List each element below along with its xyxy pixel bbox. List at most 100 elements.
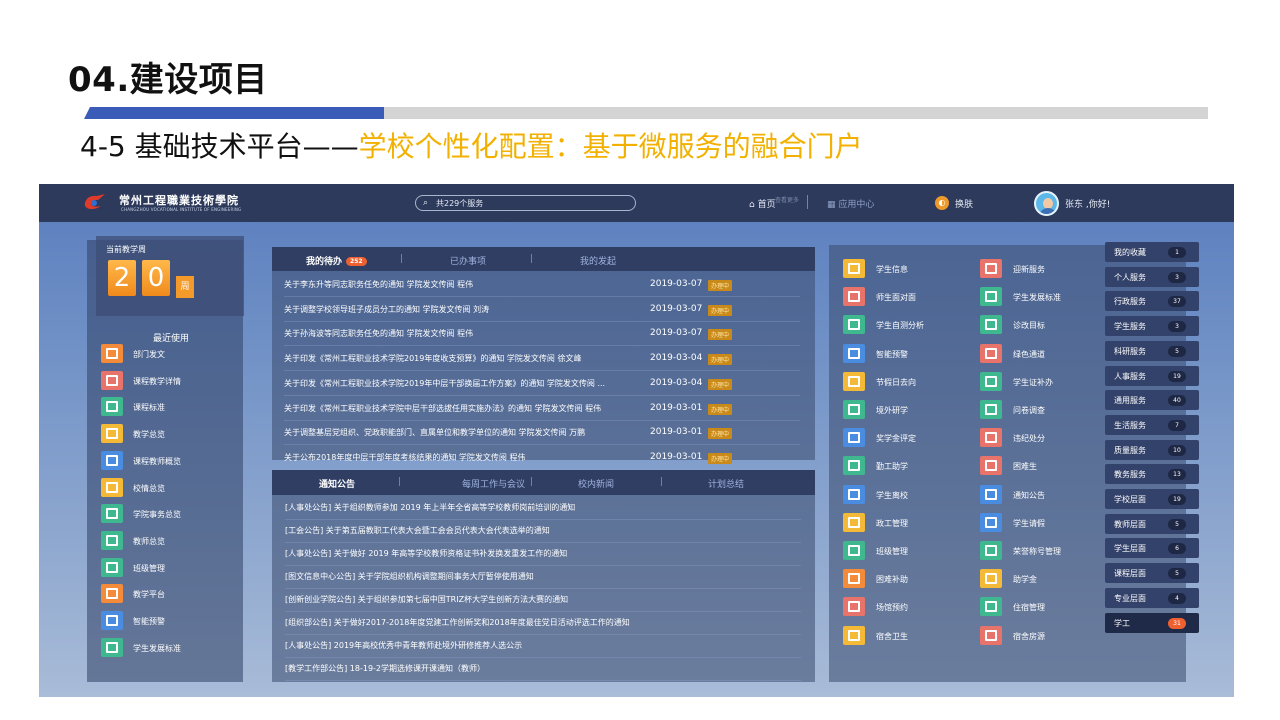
nav-home[interactable]: ⌂ 首页 bbox=[749, 197, 776, 210]
service-item[interactable]: 学生离校 bbox=[843, 484, 973, 507]
todo-row[interactable]: 关于调整基层党组织、党政职能部门、直属单位和教学单位的通知 学院发文传阅 万鹏 2… bbox=[284, 421, 800, 446]
news-row[interactable]: [组织部公告] 关于做好2017-2018年度党建工作创新奖和2018年度最佳党… bbox=[285, 612, 801, 635]
recent-item[interactable]: 课程教师概览 bbox=[101, 450, 241, 471]
news-row[interactable]: [图文信息中心公告] 关于学院组织机构调整期间事务大厅暂停使用通知 bbox=[285, 566, 801, 589]
recent-item[interactable]: 班级管理 bbox=[101, 557, 241, 578]
status-badge: 办理中 bbox=[708, 354, 733, 366]
news-row[interactable]: [人事处公告] 2019年高校优秀中青年教师赴境外研修推荐人选公示 bbox=[285, 635, 801, 658]
recent-item[interactable]: 课程标准 bbox=[101, 397, 241, 417]
tab-weekly-work[interactable]: 每周工作与会议 bbox=[462, 477, 525, 490]
news-row[interactable]: [人事处公告] 关于组织教师参加 2019 年上半年全省高等学校教师岗前培训的通… bbox=[285, 497, 801, 520]
category-item[interactable]: 生活服务 7 bbox=[1105, 414, 1199, 435]
tab-done[interactable]: 已办事项 bbox=[450, 254, 486, 267]
todo-row[interactable]: 关于李东升等同志职务任免的通知 学院发文传阅 程伟 2019-03-07 办理中 bbox=[284, 273, 800, 297]
search-input[interactable]: ⌕ 共229个服务 bbox=[415, 195, 636, 211]
recent-item[interactable]: 课程教学详情 bbox=[101, 370, 241, 391]
service-item[interactable]: 境外研学 bbox=[843, 400, 973, 422]
service-item[interactable]: 助学金 bbox=[980, 569, 1110, 591]
service-icon bbox=[843, 371, 865, 391]
skin-icon[interactable]: ◐ bbox=[935, 196, 949, 210]
app-icon bbox=[101, 477, 123, 497]
service-label: 困难生 bbox=[1013, 462, 1037, 472]
service-item[interactable]: 学生信息 bbox=[843, 259, 973, 281]
category-item[interactable]: 行政服务 37 bbox=[1105, 291, 1199, 312]
recent-item[interactable]: 部门发文 bbox=[101, 344, 241, 364]
service-item[interactable]: 场馆预约 bbox=[843, 597, 973, 619]
todo-row[interactable]: 关于调整学校领导班子成员分工的通知 学院发文传阅 刘涛 2019-03-07 办理中 bbox=[284, 298, 800, 322]
tab-my-todo[interactable]: 我的待办 252 bbox=[306, 254, 367, 267]
service-item[interactable]: 荣誉称号管理 bbox=[980, 541, 1110, 563]
tab-campus-news[interactable]: 校内新闻 bbox=[578, 477, 614, 490]
nav-app-center[interactable]: ▦ 应用中心 bbox=[827, 197, 874, 210]
service-item[interactable]: 住宿管理 bbox=[980, 597, 1110, 619]
category-item[interactable]: 通用服务 40 bbox=[1105, 390, 1199, 411]
service-item[interactable]: 学生证补办 bbox=[980, 371, 1110, 394]
service-item[interactable]: 绿色通道 bbox=[980, 343, 1110, 366]
service-item[interactable]: 师生面对面 bbox=[843, 287, 973, 309]
recent-item[interactable]: 教师总览 bbox=[101, 530, 241, 551]
category-item[interactable]: 科研服务 5 bbox=[1105, 340, 1199, 361]
recent-item[interactable]: 学院事务总览 bbox=[101, 504, 241, 524]
service-label: 住宿管理 bbox=[1013, 603, 1045, 613]
category-item[interactable]: 个人服务 3 bbox=[1105, 266, 1199, 287]
service-item[interactable]: 问卷调查 bbox=[980, 400, 1110, 422]
service-item[interactable]: 宿舍房源 bbox=[980, 625, 1110, 648]
service-label: 学生证补办 bbox=[1013, 377, 1053, 387]
category-item[interactable]: 学生层面 6 bbox=[1105, 538, 1199, 559]
category-item[interactable]: 课程层面 5 bbox=[1105, 563, 1199, 584]
service-item[interactable]: 违纪处分 bbox=[980, 428, 1110, 450]
service-item[interactable]: 困难生 bbox=[980, 456, 1110, 478]
nav-skin[interactable]: 换肤 bbox=[955, 197, 973, 210]
tab-plan-summary[interactable]: 计划总结 bbox=[708, 477, 744, 490]
recent-item[interactable]: 教学平台 bbox=[101, 584, 241, 604]
news-row[interactable]: [教学工作部公告] 18-19-2学期选修课开课通知（教师） bbox=[285, 658, 801, 681]
service-item[interactable]: 学生发展标准 bbox=[980, 287, 1110, 309]
news-title: [人事处公告] 关于组织教师参加 2019 年上半年全省高等学校教师岗前培训的通… bbox=[285, 503, 576, 512]
category-item[interactable]: 教师层面 5 bbox=[1105, 513, 1199, 534]
todo-row[interactable]: 关于公布2018年度中层干部年度考核结果的通知 学院发文传阅 程伟 2019-03… bbox=[284, 446, 800, 470]
service-item[interactable]: 宿舍卫生 bbox=[843, 625, 973, 648]
category-item[interactable]: 我的收藏 1 bbox=[1105, 242, 1199, 262]
service-item[interactable]: 迎新服务 bbox=[980, 259, 1110, 281]
service-item[interactable]: 困难补助 bbox=[843, 569, 973, 591]
service-item[interactable]: 诊改目标 bbox=[980, 315, 1110, 337]
recent-item[interactable]: 智能预警 bbox=[101, 611, 241, 631]
todo-row[interactable]: 关于孙海波等同志职务任免的通知 学院发文传阅 程伟 2019-03-07 办理中 bbox=[284, 322, 800, 347]
service-label: 智能预警 bbox=[876, 349, 908, 359]
tab-notice[interactable]: 通知公告 bbox=[319, 477, 355, 490]
todo-row[interactable]: 关于印发《常州工程职业技术学院2019年中层干部换届工作方案》的通知 学院发文传… bbox=[284, 372, 800, 396]
todo-row[interactable]: 关于印发《常州工程职业技术学院中层干部选拔任用实施办法》的通知 学院发文传阅 程… bbox=[284, 397, 800, 421]
recent-item[interactable]: 校情总览 bbox=[101, 477, 241, 498]
service-item[interactable]: 勤工助学 bbox=[843, 456, 973, 478]
service-item[interactable]: 奖学金评定 bbox=[843, 428, 973, 450]
category-item[interactable]: 人事服务 19 bbox=[1105, 365, 1199, 386]
recent-item[interactable]: 教学总览 bbox=[101, 424, 241, 444]
news-row[interactable]: [创新创业学院公告] 关于组织参加第七届中国TRIZ杯大学生创新方法大赛的通知 bbox=[285, 589, 801, 612]
category-item[interactable]: 学生服务 3 bbox=[1105, 316, 1199, 337]
service-item[interactable]: 班级管理 bbox=[843, 541, 973, 563]
todo-row[interactable]: 关于印发《常州工程职业技术学院2019年度收支预算》的通知 学院发文传阅 徐文峰… bbox=[284, 347, 800, 372]
news-title: [工会公告] 关于第五届教职工代表大会暨工会会员代表大会代表选举的通知 bbox=[285, 526, 550, 535]
service-item[interactable]: 智能预警 bbox=[843, 343, 973, 366]
category-item[interactable]: 质量服务 10 bbox=[1105, 439, 1199, 460]
category-item[interactable]: 学校层面 19 bbox=[1105, 489, 1199, 509]
todo-title: 关于公布2018年度中层干部年度考核结果的通知 学院发文传阅 程伟 bbox=[284, 452, 526, 462]
recent-item[interactable]: 学生发展标准 bbox=[101, 637, 241, 658]
avatar[interactable] bbox=[1034, 191, 1059, 216]
category-item[interactable]: 专业层面 4 bbox=[1105, 587, 1199, 608]
todo-more-link[interactable]: 查看更多 bbox=[775, 195, 799, 204]
category-item[interactable]: 教务服务 13 bbox=[1105, 464, 1199, 485]
tab-my-initiated[interactable]: 我的发起 bbox=[580, 254, 616, 267]
service-icon bbox=[980, 287, 1002, 307]
category-label: 行政服务 bbox=[1114, 297, 1146, 307]
news-row[interactable]: [工会公告] 关于第五届教职工代表大会暨工会会员代表大会代表选举的通知 bbox=[285, 520, 801, 543]
service-item[interactable]: 通知公告 bbox=[980, 484, 1110, 507]
category-item[interactable]: 学工 31 bbox=[1105, 612, 1199, 633]
service-item[interactable]: 学生请假 bbox=[980, 512, 1110, 535]
service-item[interactable]: 节假日去向 bbox=[843, 371, 973, 394]
service-item[interactable]: 学生自测分析 bbox=[843, 315, 973, 337]
news-tabs: 通知公告 | 每周工作与会议 | 校内新闻 | 计划总结 bbox=[272, 470, 815, 495]
news-row[interactable]: [人事处公告] 关于做好 2019 年高等学校教师资格证书补发换发重发工作的通知 bbox=[285, 543, 801, 566]
service-item[interactable]: 政工管理 bbox=[843, 512, 973, 535]
todo-title: 关于印发《常州工程职业技术学院2019年度收支预算》的通知 学院发文传阅 徐文峰 bbox=[284, 354, 582, 364]
